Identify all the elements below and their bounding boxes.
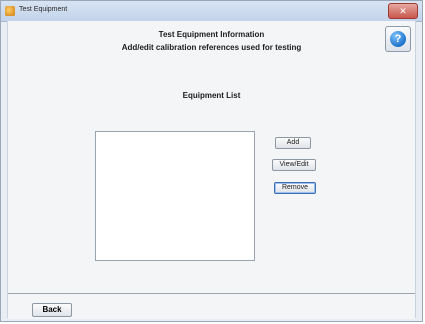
remove-button[interactable]: Remove [274,182,316,194]
equipment-list-title: Equipment List [182,91,241,100]
app-icon [5,6,15,16]
page-subtitle: Add/edit calibration references used for… [121,43,302,52]
main-area: Equipment List Add View/Edit Remove [8,61,415,293]
equipment-list[interactable] [95,131,255,261]
header: Test Equipment Information Add/edit cali… [8,21,415,62]
help-button[interactable]: ? [385,26,411,52]
title-bar: Test Equipment ✕ [1,1,422,22]
close-button[interactable]: ✕ [388,3,418,19]
window-title: Test Equipment [19,6,68,13]
page-title: Test Equipment Information [158,30,265,39]
add-button[interactable]: Add [275,137,311,149]
window: Test Equipment ✕ Test Equipment Informat… [0,0,423,322]
view-edit-button[interactable]: View/Edit [272,159,316,171]
help-icon: ? [390,31,406,47]
content-panel: Test Equipment Information Add/edit cali… [7,21,416,319]
back-button[interactable]: Back [32,303,72,317]
footer-bar: Back [8,293,415,319]
